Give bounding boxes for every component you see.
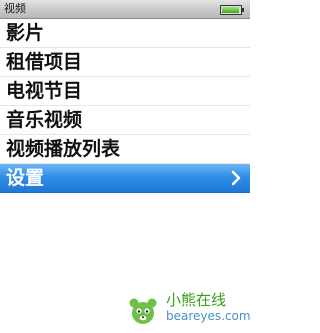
menu-item-video-playlists[interactable]: 视频播放列表	[0, 135, 250, 164]
menu-item-tv-shows[interactable]: 电视节目	[0, 77, 250, 106]
menu-item-label: 租借项目	[6, 51, 83, 73]
menu-item-label: 设置	[6, 167, 45, 189]
watermark-site: beareyes.com	[166, 309, 251, 323]
menu-item-label: 影片	[6, 22, 45, 44]
status-bar: 视频	[0, 0, 250, 19]
battery-level	[222, 7, 239, 13]
menu-item-settings[interactable]: 设置	[0, 164, 250, 193]
menu-item-movies[interactable]: 影片	[0, 19, 250, 48]
chevron-right-icon	[231, 170, 241, 186]
watermark-name: 小熊在线	[166, 291, 227, 309]
menu-item-label: 电视节目	[6, 80, 83, 102]
battery-icon	[220, 5, 244, 15]
menu-item-rentals[interactable]: 租借项目	[0, 48, 250, 77]
video-menu: 影片 租借项目 电视节目 音乐视频 视频播放列表 设置	[0, 19, 250, 193]
menu-item-label: 视频播放列表	[6, 138, 121, 160]
watermark: 小熊在线 beareyes.com	[126, 289, 251, 329]
menu-item-label: 音乐视频	[6, 109, 83, 131]
bear-mascot-icon	[129, 298, 157, 324]
menu-item-music-videos[interactable]: 音乐视频	[0, 106, 250, 135]
status-title: 视频	[4, 2, 26, 15]
